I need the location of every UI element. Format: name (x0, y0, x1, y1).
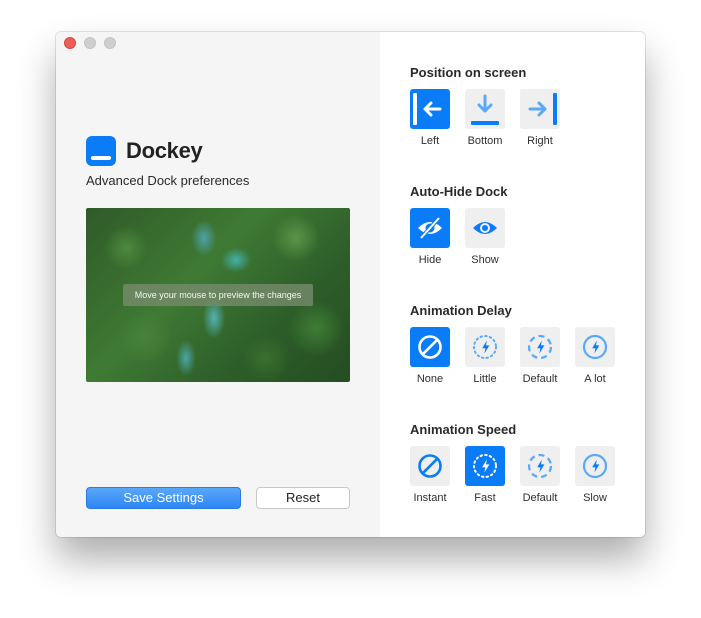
delay-option-label: Default (522, 373, 558, 385)
autohide-option-tile[interactable] (410, 208, 450, 248)
delay-option-tile[interactable] (520, 327, 560, 367)
position-option-bottom[interactable]: Bottom (465, 89, 505, 147)
position-option-tile[interactable] (465, 89, 505, 129)
dock-right-icon (520, 89, 560, 129)
position-option-left[interactable]: Left (410, 89, 450, 147)
delay-option-tile[interactable] (575, 327, 615, 367)
speed-option-tile[interactable] (410, 446, 450, 486)
speed-option-label: Slow (583, 492, 607, 504)
speed-option-tile[interactable] (520, 446, 560, 486)
delay-option-default[interactable]: Default (520, 327, 560, 385)
speed-option-tile[interactable] (575, 446, 615, 486)
bolt-dotted-icon (465, 327, 505, 367)
delay-option-label: None (416, 373, 444, 385)
no-symbol-icon (410, 327, 450, 367)
speed-option-slow[interactable]: Slow (575, 446, 615, 504)
eye-icon (465, 208, 505, 248)
dock-app-icon (86, 136, 116, 166)
delay-option-tile[interactable] (410, 327, 450, 367)
section-title-position: Position on screen (410, 65, 527, 80)
dock-left-icon (410, 89, 450, 129)
autohide-option-show[interactable]: Show (465, 208, 505, 266)
speed-option-tile[interactable] (465, 446, 505, 486)
delay-option-tile[interactable] (465, 327, 505, 367)
left-panel: Dockey Advanced Dock preferences Move yo… (56, 32, 380, 537)
autohide-options: Hide Show (410, 208, 505, 266)
bolt-dotted-icon (465, 446, 505, 486)
bolt-circle-icon (575, 327, 615, 367)
speed-options: Instant Fast Default Slow (410, 446, 615, 504)
autohide-option-label: Show (471, 254, 499, 266)
position-option-label: Left (420, 135, 440, 147)
dock-bottom-icon (465, 89, 505, 129)
section-title-speed: Animation Speed (410, 422, 517, 437)
eye-slash-icon (410, 208, 450, 248)
position-option-label: Bottom (467, 135, 503, 147)
speed-option-default[interactable]: Default (520, 446, 560, 504)
reset-button[interactable]: Reset (256, 487, 350, 509)
settings-panel: Position on screen Left Bottom Right Auto-… (380, 32, 645, 537)
preferences-window: Dockey Advanced Dock preferences Move yo… (56, 32, 645, 537)
delay-option-little[interactable]: Little (465, 327, 505, 385)
position-option-right[interactable]: Right (520, 89, 560, 147)
delay-option-none[interactable]: None (410, 327, 450, 385)
autohide-option-hide[interactable]: Hide (410, 208, 450, 266)
speed-option-fast[interactable]: Fast (465, 446, 505, 504)
preview-caption: Move your mouse to preview the changes (123, 284, 313, 306)
app-tagline: Advanced Dock preferences (86, 173, 250, 188)
bolt-circle-icon (575, 446, 615, 486)
speed-option-label: Instant (413, 492, 447, 504)
position-option-tile[interactable] (520, 89, 560, 129)
delay-option-label: Little (473, 373, 497, 385)
position-option-tile[interactable] (410, 89, 450, 129)
app-name: Dockey (126, 138, 203, 163)
autohide-option-tile[interactable] (465, 208, 505, 248)
minimize-window-button[interactable] (84, 37, 96, 49)
bolt-dashed-icon (520, 446, 560, 486)
zoom-window-button[interactable] (104, 37, 116, 49)
window-controls (64, 37, 116, 49)
close-window-button[interactable] (64, 37, 76, 49)
speed-option-label: Default (522, 492, 558, 504)
no-symbol-icon (410, 446, 450, 486)
position-options: Left Bottom Right (410, 89, 560, 147)
app-brand: Dockey (86, 136, 203, 166)
speed-option-instant[interactable]: Instant (410, 446, 450, 504)
autohide-option-label: Hide (418, 254, 442, 266)
position-option-label: Right (527, 135, 553, 147)
bolt-dashed-icon (520, 327, 560, 367)
delay-options: None Little Default A lot (410, 327, 615, 385)
speed-option-label: Fast (474, 492, 496, 504)
delay-option-label: A lot (584, 373, 606, 385)
section-title-delay: Animation Delay (410, 303, 512, 318)
preview-image[interactable]: Move your mouse to preview the changes (86, 208, 350, 382)
save-settings-button[interactable]: Save Settings (86, 487, 241, 509)
section-title-autohide: Auto-Hide Dock (410, 184, 508, 199)
delay-option-a-lot[interactable]: A lot (575, 327, 615, 385)
